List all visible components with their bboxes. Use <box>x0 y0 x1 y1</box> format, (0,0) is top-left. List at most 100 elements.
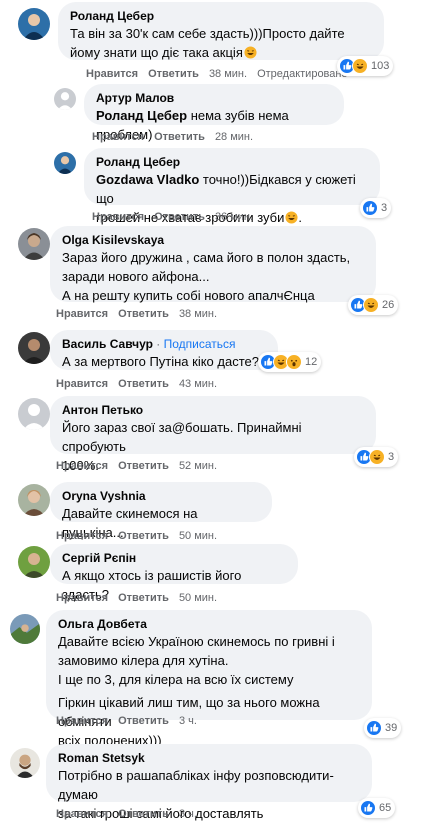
like-button[interactable]: Нравится <box>56 378 108 390</box>
comment-text-line: Його зараз свої за@бошать. Принаймні спр… <box>62 420 302 454</box>
comment: Сергій Рєпін А якщо хтось із рашистів йо… <box>0 544 428 604</box>
comment-bubble: Roman Stetsyk Потрібно в рашапабліках ін… <box>46 744 372 821</box>
reaction-count: 39 <box>385 722 398 734</box>
comment: Roman Stetsyk Потрібно в рашапабліках ін… <box>0 744 428 823</box>
edited-label: Отредактировано <box>257 68 348 80</box>
author-name[interactable]: Olga Kisilevskaya <box>62 232 364 248</box>
reaction-summary[interactable]: 12 <box>258 352 322 372</box>
reply-button[interactable]: Ответить <box>118 530 169 542</box>
reaction-summary[interactable]: 26 <box>348 295 399 315</box>
reaction-count: 3 <box>381 202 388 214</box>
timestamp[interactable]: 50 мин. <box>179 592 217 604</box>
reply-button[interactable]: Ответить <box>118 808 169 820</box>
laughing-emoji-icon <box>285 211 298 224</box>
comment-reply: Роланд Цебер Gozdawa Vladko точно!))Бідк… <box>0 148 428 226</box>
like-reaction-icon <box>360 800 376 816</box>
like-button[interactable]: Нравится <box>56 530 108 542</box>
comment-text-line: А на решту купить собі нового апалчЄнца <box>62 288 315 303</box>
avatar[interactable] <box>54 152 76 174</box>
mention-link[interactable]: Gozdawa Vladko <box>96 172 199 187</box>
comment-actions: Нравится Ответить 43 мин. <box>56 376 227 392</box>
reaction-count: 12 <box>305 356 318 368</box>
comment-bubble: Артур Малов Роланд Цебер нема зубів нема… <box>84 84 344 142</box>
follow-link[interactable]: Подписаться <box>164 337 236 351</box>
avatar[interactable] <box>18 546 50 578</box>
author-name[interactable]: Роланд Цебер <box>96 154 368 170</box>
comment-text-body: Та він за 30'к сам себе здасть)))Просто … <box>70 26 345 60</box>
reply-button[interactable]: Ответить <box>154 211 205 223</box>
reply-button[interactable]: Ответить <box>154 131 205 143</box>
comment-bubble: Василь Савчур · Подписаться А за мертвог… <box>50 330 278 370</box>
comment-text-line: Зараз його дружина , сама його в полон з… <box>62 250 351 265</box>
reply-button[interactable]: Ответить <box>118 378 169 390</box>
reaction-summary[interactable]: 65 <box>358 798 396 818</box>
like-button[interactable]: Нравится <box>86 68 138 80</box>
author-link[interactable]: Василь Савчур <box>62 337 153 351</box>
timestamp[interactable]: 28 мин. <box>215 131 253 143</box>
timestamp[interactable]: 50 мин. <box>179 530 217 542</box>
reaction-summary[interactable]: 39 <box>364 718 402 738</box>
comment-bubble: Сергій Рєпін А якщо хтось із рашистів йо… <box>50 544 298 602</box>
avatar[interactable] <box>10 748 40 778</box>
comment-text-line: заради нового айфона... <box>62 269 210 284</box>
avatar[interactable] <box>18 8 50 40</box>
comment-text: А за мертвого Путіна кіко дасте? <box>62 354 259 369</box>
like-reaction-icon <box>366 720 382 736</box>
reaction-count: 65 <box>379 802 392 814</box>
like-button[interactable]: Нравится <box>56 592 108 604</box>
timestamp[interactable]: 52 мин. <box>179 460 217 472</box>
like-button[interactable]: Нравится <box>92 131 144 143</box>
comment: Антон Петько Його зараз свої за@бошать. … <box>0 396 428 474</box>
comment-bubble: Антон Петько Його зараз свої за@бошать. … <box>50 396 376 473</box>
comment-bubble: Роланд Цебер Gozdawa Vladko точно!))Бідк… <box>84 148 380 225</box>
haha-reaction-icon <box>363 297 379 313</box>
timestamp[interactable]: 3 ч. <box>179 808 197 820</box>
comment-text-line: замовимо кілера для хутіна. <box>58 653 229 668</box>
comment-text-line: Давайте всією Україною скинемось по грив… <box>58 634 335 649</box>
timestamp[interactable]: 38 мин. <box>209 68 247 80</box>
comment-actions: Нравится Ответить 50 мин. <box>56 528 227 544</box>
like-button[interactable]: Нравится <box>56 460 108 472</box>
mention-link[interactable]: Роланд Цебер <box>96 108 187 123</box>
timestamp[interactable]: 38 мин. <box>179 308 217 320</box>
author-name[interactable]: Артур Малов <box>96 90 332 106</box>
reply-button[interactable]: Ответить <box>118 592 169 604</box>
reply-button[interactable]: Ответить <box>118 308 169 320</box>
reply-button[interactable]: Ответить <box>118 715 169 727</box>
avatar[interactable] <box>18 484 50 516</box>
comment-bubble: Роланд Цебер Та він за 30'к сам себе зда… <box>58 2 384 60</box>
like-reaction-icon <box>362 200 378 216</box>
comment-actions: Нравится Ответить 3 ч. <box>56 806 207 822</box>
avatar[interactable] <box>54 88 76 110</box>
reaction-summary[interactable]: 3 <box>354 447 399 467</box>
comment-reply: Артур Малов Роланд Цебер нема зубів нема… <box>0 84 428 146</box>
reply-button[interactable]: Ответить <box>148 68 199 80</box>
author-name[interactable]: Роланд Цебер <box>70 8 372 24</box>
like-button[interactable]: Нравится <box>56 308 108 320</box>
author-name[interactable]: Сергій Рєпін <box>62 550 286 566</box>
timestamp[interactable]: 36 мин. <box>215 211 253 223</box>
timestamp[interactable]: 43 мин. <box>179 378 217 390</box>
author-name[interactable]: Антон Петько <box>62 402 364 418</box>
avatar[interactable] <box>10 614 40 644</box>
comment: Olga Kisilevskaya Зараз його дружина , с… <box>0 226 428 322</box>
author-name[interactable]: Roman Stetsyk <box>58 750 360 766</box>
timestamp[interactable]: 3 ч. <box>179 715 197 727</box>
reaction-summary[interactable]: 3 <box>360 198 392 218</box>
author-name[interactable]: Oryna Vyshnia <box>62 488 260 504</box>
reaction-summary[interactable]: 103 <box>337 56 394 76</box>
avatar[interactable] <box>18 228 50 260</box>
comment-text-line: І ще по 3, для кілера на всю їх систему <box>58 672 294 687</box>
avatar[interactable] <box>18 398 50 430</box>
comment: Oryna Vyshnia Давайте скинемося на пуцьк… <box>0 482 428 542</box>
like-button[interactable]: Нравится <box>92 211 144 223</box>
like-button[interactable]: Нравится <box>56 715 108 727</box>
comment: Василь Савчур · Подписаться А за мертвог… <box>0 330 428 390</box>
avatar[interactable] <box>18 332 50 364</box>
reply-button[interactable]: Ответить <box>118 460 169 472</box>
reaction-count: 3 <box>388 451 395 463</box>
comment-actions: Нравится Ответить 38 мин. <box>56 306 227 322</box>
comment-actions: Нравится Ответить 50 мин. <box>56 590 227 606</box>
like-button[interactable]: Нравится <box>56 808 108 820</box>
author-name[interactable]: Ольга Довбета <box>58 616 360 632</box>
